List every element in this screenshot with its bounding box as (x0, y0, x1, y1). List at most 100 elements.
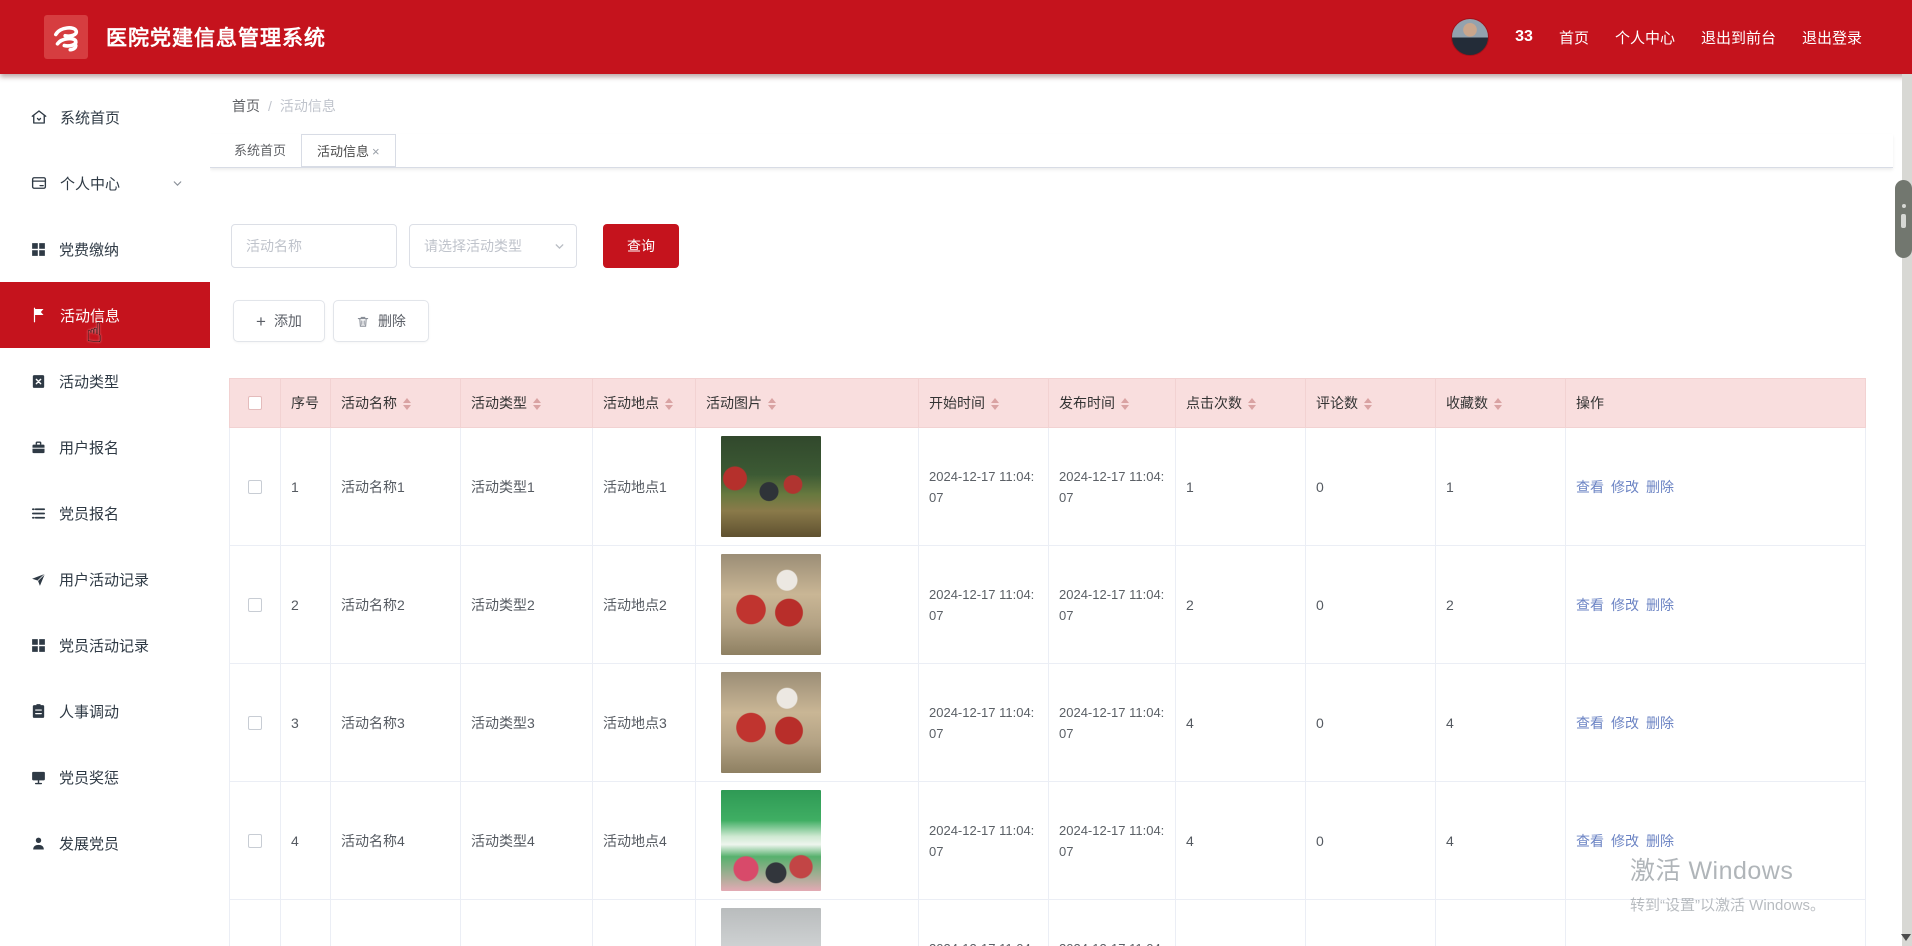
activity-type-select[interactable]: 请选择活动类型 (409, 224, 577, 268)
edit-link[interactable]: 修改 (1611, 715, 1639, 731)
delete-link[interactable]: 删除 (1646, 715, 1674, 731)
sidebar-item-member-activity-record[interactable]: 党员活动记录 (0, 612, 210, 678)
sidebar-item-system-home[interactable]: 系统首页 (0, 84, 210, 150)
sort-caret-icon[interactable] (1248, 398, 1256, 411)
app-title: 医院党建信息管理系统 (106, 27, 326, 50)
sidebar-item-develop-members[interactable]: 发展党员 (0, 810, 210, 876)
delete-button[interactable]: 删除 (332, 300, 429, 342)
scrollbar-down-arrow-icon[interactable] (1901, 934, 1911, 941)
trash-icon (357, 316, 369, 327)
row-checkbox[interactable] (248, 833, 262, 848)
comment-count: 0 (1305, 781, 1436, 900)
click-count: 1 (1175, 427, 1306, 546)
tab-activity-info[interactable]: 活动信息 × (301, 134, 396, 167)
activity-type: 活动类型3 (460, 663, 593, 782)
sidebar-item-user-signup[interactable]: 用户报名 (0, 414, 210, 480)
sidebar-item-personal-center[interactable]: 个人中心 (0, 150, 210, 216)
header-start-time: 开始时间 (918, 378, 1049, 428)
sidebar-item-personnel-transfer[interactable]: 人事调动 (0, 678, 210, 744)
plus-icon: + (256, 311, 266, 331)
activity-photo (721, 790, 821, 891)
monitor-icon (32, 771, 45, 784)
activity-name (330, 899, 461, 946)
view-link[interactable]: 查看 (1576, 833, 1604, 849)
delete-link[interactable]: 删除 (1646, 597, 1674, 613)
header-publish-time: 发布时间 (1048, 378, 1176, 428)
activity-place: 活动地点3 (592, 663, 696, 782)
view-link[interactable]: 查看 (1576, 479, 1604, 495)
header-activity-type: 活动类型 (460, 378, 593, 428)
activity-photo (721, 436, 821, 537)
activity-name-input[interactable] (231, 224, 397, 268)
row-checkbox[interactable] (248, 479, 262, 494)
sort-caret-icon[interactable] (1494, 398, 1502, 411)
sidebar-item-activity-info[interactable]: 活动信息 (0, 282, 210, 348)
add-button[interactable]: + 添加 (233, 300, 325, 342)
edit-link[interactable]: 修改 (1611, 833, 1639, 849)
activity-type: 活动类型4 (460, 781, 593, 900)
sidebar-item-label: 发展党员 (59, 835, 120, 853)
sidebar-item-label: 党员活动记录 (59, 637, 150, 655)
sidebar: 系统首页 个人中心 党费缴纳 活动信息 活动类型 用户报名 党员报名 用户活动记… (0, 74, 210, 946)
view-link[interactable]: 查看 (1576, 597, 1604, 613)
activity-type (460, 899, 593, 946)
click-count: 4 (1175, 663, 1306, 782)
activity-type: 活动类型2 (460, 545, 593, 664)
topbar-link-exit-front[interactable]: 退出到前台 (1701, 27, 1776, 48)
sidebar-item-label: 用户活动记录 (59, 571, 150, 589)
sort-caret-icon[interactable] (1364, 398, 1372, 411)
tab-close-icon[interactable]: × (372, 144, 380, 159)
row-index: 4 (280, 781, 331, 900)
delete-link[interactable]: 删除 (1646, 833, 1674, 849)
view-link[interactable]: 查看 (1576, 715, 1604, 731)
scrollbar-thumb[interactable] (1895, 180, 1912, 258)
click-count: 4 (1175, 781, 1306, 900)
user-avatar[interactable] (1451, 18, 1490, 56)
edit-link[interactable]: 修改 (1611, 479, 1639, 495)
sidebar-item-party-fees[interactable]: 党费缴纳 (0, 216, 210, 282)
header-favorites: 收藏数 (1435, 378, 1566, 428)
sort-caret-icon[interactable] (991, 398, 999, 411)
sidebar-item-rewards-punishments[interactable]: 党员奖惩 (0, 744, 210, 810)
tab-system-home[interactable]: 系统首页 (219, 134, 301, 167)
scrollbar-grip-dot (1901, 204, 1906, 208)
sort-caret-icon[interactable] (665, 398, 673, 411)
row-checkbox[interactable] (248, 715, 262, 730)
user-badge: 33 (1515, 28, 1533, 45)
query-button[interactable]: 查询 (603, 224, 679, 268)
sidebar-item-activity-type[interactable]: 活动类型 (0, 348, 210, 414)
watermark-line2: 转到“设置”以激活 Windows。 (1630, 897, 1826, 914)
topbar-link-logout[interactable]: 退出登录 (1802, 27, 1862, 48)
publish-time: 2024-12-17 11:04:07 (1048, 899, 1176, 946)
breadcrumb-separator: / (268, 98, 272, 114)
activity-type: 活动类型1 (460, 427, 593, 546)
sidebar-item-member-signup[interactable]: 党员报名 (0, 480, 210, 546)
row-checkbox[interactable] (248, 597, 262, 612)
sort-caret-icon[interactable] (1121, 398, 1129, 411)
sort-caret-icon[interactable] (768, 398, 776, 411)
table-toolbar: + 添加 删除 (233, 300, 429, 342)
topbar-link-profile[interactable]: 个人中心 (1615, 27, 1675, 48)
header-actions: 操作 (1565, 378, 1866, 428)
windows-activation-watermark: 激活 Windows 转到“设置”以激活 Windows。 (1630, 851, 1825, 915)
select-all-checkbox[interactable] (248, 396, 262, 410)
sidebar-item-label: 系统首页 (60, 109, 121, 127)
edit-link[interactable]: 修改 (1611, 597, 1639, 613)
sidebar-item-user-activity-record[interactable]: 用户活动记录 (0, 546, 210, 612)
publish-time: 2024-12-17 11:04:07 (1048, 663, 1176, 782)
click-count: 2 (1175, 545, 1306, 664)
sidebar-item-label: 党费缴纳 (59, 241, 120, 259)
publish-time: 2024-12-17 11:04:07 (1048, 545, 1176, 664)
delete-link[interactable]: 删除 (1646, 479, 1674, 495)
row-index: 2 (280, 545, 331, 664)
sort-caret-icon[interactable] (403, 398, 411, 411)
topbar-link-home[interactable]: 首页 (1559, 27, 1589, 48)
sidebar-item-label: 党员奖惩 (59, 769, 120, 787)
breadcrumb-home[interactable]: 首页 (232, 98, 260, 114)
header-checkbox-cell (229, 378, 281, 428)
header-index: 序号 (280, 378, 331, 428)
select-chevron-down-icon (555, 243, 564, 249)
sidebar-item-label: 党员报名 (59, 505, 120, 523)
activity-table: 序号 活动名称 活动类型 活动地点 活动图片 开始时间 发布时间 点击次数 评论… (229, 378, 1866, 946)
sort-caret-icon[interactable] (533, 398, 541, 411)
